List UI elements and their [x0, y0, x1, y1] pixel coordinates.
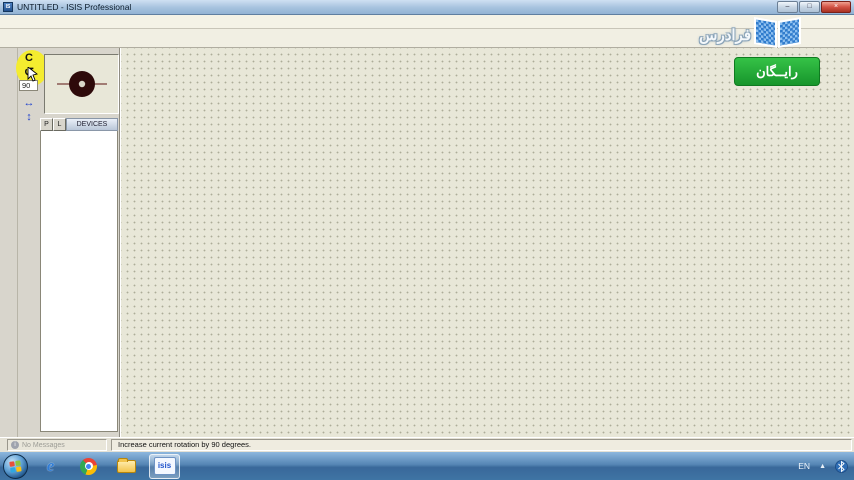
hint-message: Increase current rotation by 90 degrees.: [111, 439, 852, 451]
free-badge[interactable]: رایــگان: [734, 57, 820, 86]
mirror-horizontal-button[interactable]: ↔: [21, 97, 37, 110]
start-button[interactable]: [3, 453, 28, 479]
object-preview: [44, 54, 119, 114]
app-icon: IS: [3, 2, 13, 12]
taskbar-item-chrome[interactable]: [73, 454, 104, 479]
no-messages-label: No Messages: [22, 441, 65, 449]
faradars-brand-text: فرادرس: [699, 27, 751, 44]
object-selector: P L DEVICES: [40, 118, 118, 432]
devices-header: DEVICES: [66, 118, 118, 131]
selector-header: P L DEVICES: [40, 118, 118, 131]
pick-devices-button[interactable]: P: [40, 118, 53, 131]
window-title: UNTITLED - ISIS Professional: [17, 2, 132, 12]
faradars-watermark: فرادرس: [699, 16, 802, 50]
taskbar: e isis EN ▲: [0, 452, 854, 480]
minimize-button[interactable]: –: [777, 1, 798, 13]
schematic-canvas[interactable]: [120, 48, 854, 437]
taskbar-item-explorer[interactable]: [111, 454, 142, 479]
status-bar: i No Messages Increase current rotation …: [0, 437, 854, 452]
language-indicator[interactable]: EN: [798, 461, 810, 471]
info-icon: i: [11, 441, 19, 449]
message-status-panel: i No Messages: [7, 439, 107, 451]
close-button[interactable]: ×: [821, 1, 851, 13]
folder-icon: [117, 457, 136, 473]
isis-app-icon: isis: [153, 457, 176, 475]
show-hidden-icons-arrow[interactable]: ▲: [819, 463, 826, 470]
title-bar: IS UNTITLED - ISIS Professional – □ ×: [0, 0, 854, 15]
windows-flag-icon: [9, 459, 23, 474]
faradars-book-logo: [754, 16, 802, 50]
internet-explorer-icon: e: [46, 456, 55, 475]
mirror-vertical-button[interactable]: ↕: [21, 111, 37, 124]
taskbar-item-isis[interactable]: isis: [149, 453, 180, 479]
main-area: C ↺ 90 ↔ ↕ P L DEVICES: [0, 48, 854, 437]
chrome-icon: [80, 457, 97, 475]
left-panel: C ↺ 90 ↔ ↕ P L DEVICES: [0, 48, 120, 437]
motor-preview-symbol: [57, 71, 107, 97]
device-list: [40, 131, 118, 432]
rotate-clockwise-button[interactable]: C: [21, 52, 37, 65]
mode-toolbar: [0, 48, 18, 437]
library-button[interactable]: L: [53, 118, 66, 131]
mouse-cursor: [27, 67, 38, 82]
taskbar-item-ie[interactable]: e: [35, 454, 66, 479]
taskbar-tray: EN ▲: [798, 452, 848, 480]
maximize-button[interactable]: □: [799, 1, 820, 13]
window-controls: – □ ×: [777, 1, 851, 13]
bluetooth-icon[interactable]: [835, 459, 848, 474]
